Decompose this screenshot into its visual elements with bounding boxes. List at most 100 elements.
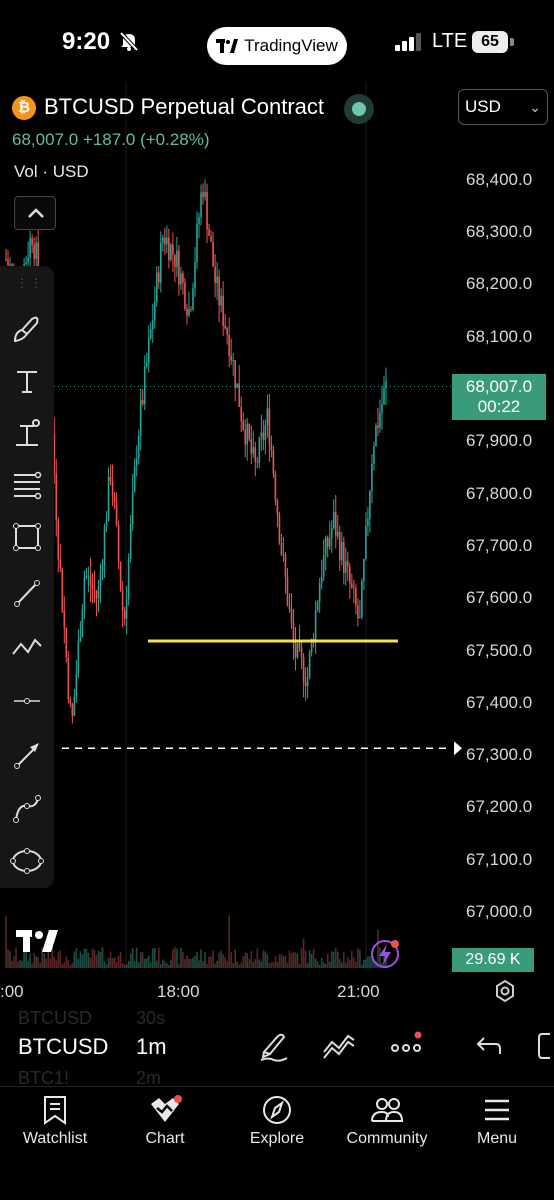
candle-body xyxy=(176,250,178,267)
volume-bar xyxy=(176,948,178,968)
volume-bar xyxy=(258,959,261,968)
arrow-tool[interactable] xyxy=(8,736,46,774)
candle-body xyxy=(73,696,76,717)
text-tool[interactable] xyxy=(8,362,46,400)
volume-bar xyxy=(145,957,148,968)
volume-bar xyxy=(129,953,132,968)
fib-tool[interactable] xyxy=(8,466,46,504)
timeframe-picker[interactable]: 1m xyxy=(136,1034,167,1060)
candle-body xyxy=(238,383,241,407)
more-icon[interactable] xyxy=(390,1030,424,1062)
candle-body xyxy=(79,636,82,641)
flash-icon[interactable] xyxy=(370,938,402,970)
volume-bar xyxy=(246,953,249,968)
volume-bar xyxy=(270,962,273,968)
horizontal-ray-tool[interactable] xyxy=(8,682,46,720)
tradingview-pill[interactable]: TradingView xyxy=(207,27,347,65)
x-tick-label: 18:00 xyxy=(157,982,200,1001)
volume-bar xyxy=(336,951,339,968)
candle-body xyxy=(71,704,74,717)
tab-label: Explore xyxy=(249,1130,305,1147)
tab-explore[interactable]: Explore xyxy=(222,1090,332,1160)
brush-tool[interactable] xyxy=(8,310,46,348)
measure-tool[interactable] xyxy=(8,414,46,452)
measure-icon xyxy=(16,419,40,446)
y-tick-label: 67,200.0 xyxy=(466,797,533,817)
candle-body xyxy=(375,425,377,447)
compass-icon xyxy=(263,1096,291,1124)
candle-body xyxy=(383,388,385,405)
volume-bar xyxy=(61,964,64,968)
price-change-line: 68,007.0 +187.0 (+0.28%) xyxy=(12,130,210,149)
symbol-picker[interactable]: BTCUSD xyxy=(18,1034,108,1060)
volume-bar xyxy=(85,948,88,968)
candle-body xyxy=(188,308,190,316)
ghost-symbol: BTCUSD xyxy=(18,1008,93,1028)
candle-body xyxy=(200,192,202,218)
drawing-pen-icon[interactable] xyxy=(258,1030,290,1062)
volume-bar xyxy=(202,960,204,968)
volume-bar xyxy=(344,962,347,968)
candle-body xyxy=(314,610,317,640)
pattern-tool[interactable] xyxy=(8,628,46,666)
volume-bar xyxy=(13,956,15,968)
volume-legend: Vol · USD xyxy=(14,162,89,181)
volume-bar xyxy=(43,953,46,968)
volume-bar xyxy=(79,951,82,968)
symbol-title[interactable]: BTCUSD Perpetual Contract xyxy=(44,94,324,120)
volume-bar xyxy=(113,957,116,968)
undo-icon[interactable] xyxy=(474,1030,502,1062)
candle-body xyxy=(143,366,146,404)
ellipse-tool[interactable] xyxy=(8,842,46,880)
tab-chart[interactable]: Chart xyxy=(110,1090,220,1160)
currency-select[interactable]: USD ⌄ xyxy=(458,89,548,125)
price-chart[interactable] xyxy=(0,80,554,980)
market-status-icon[interactable] xyxy=(344,94,374,124)
trendline-tool[interactable] xyxy=(8,574,46,612)
candle-body xyxy=(236,383,239,388)
volume-bar xyxy=(45,958,48,968)
volume-bar xyxy=(65,956,68,968)
volume-bar xyxy=(266,954,269,968)
battery-tip xyxy=(510,38,514,46)
volume-bar xyxy=(342,952,345,968)
collapse-legend-button[interactable] xyxy=(14,196,56,230)
volume-bar xyxy=(19,959,21,968)
tab-watchlist[interactable]: Watchlist xyxy=(0,1090,110,1160)
volume-bar xyxy=(294,952,297,968)
volume-bar xyxy=(91,948,94,968)
candle-body xyxy=(308,652,311,677)
tab-menu[interactable]: Menu xyxy=(442,1090,552,1160)
volume-bar xyxy=(93,950,96,968)
volume-bar xyxy=(334,947,337,968)
status-time: 9:20 xyxy=(62,28,111,55)
text-icon xyxy=(17,371,37,393)
candle-body xyxy=(81,609,84,637)
rectangle-tool[interactable] xyxy=(8,518,46,556)
candle-body xyxy=(35,242,37,259)
candle-body xyxy=(381,404,383,413)
candle-body xyxy=(99,571,102,587)
volume-bar xyxy=(226,960,228,968)
candle-body xyxy=(172,244,174,255)
volume-bar xyxy=(170,959,172,968)
indicators-icon[interactable] xyxy=(322,1030,356,1062)
fullscreen-icon[interactable] xyxy=(536,1030,554,1062)
candle-body xyxy=(204,191,206,198)
tab-community[interactable]: Community xyxy=(332,1090,442,1160)
candle-body xyxy=(135,458,138,466)
tab-label: Menu xyxy=(476,1130,518,1147)
candle-body xyxy=(109,476,112,482)
volume-bar xyxy=(125,964,128,968)
volume-bar xyxy=(240,962,243,968)
grip-handle-icon[interactable]: ⋮⋮ xyxy=(16,276,44,290)
path-tool[interactable] xyxy=(8,790,46,828)
candle-body xyxy=(377,425,379,428)
volume-bar xyxy=(268,962,271,968)
volume-bar xyxy=(147,955,150,968)
chart-settings-icon[interactable] xyxy=(494,980,516,1002)
tabbar-divider xyxy=(0,1086,554,1087)
candle-body xyxy=(198,217,200,224)
hamburger-icon xyxy=(485,1099,509,1121)
candle-body xyxy=(322,555,325,577)
